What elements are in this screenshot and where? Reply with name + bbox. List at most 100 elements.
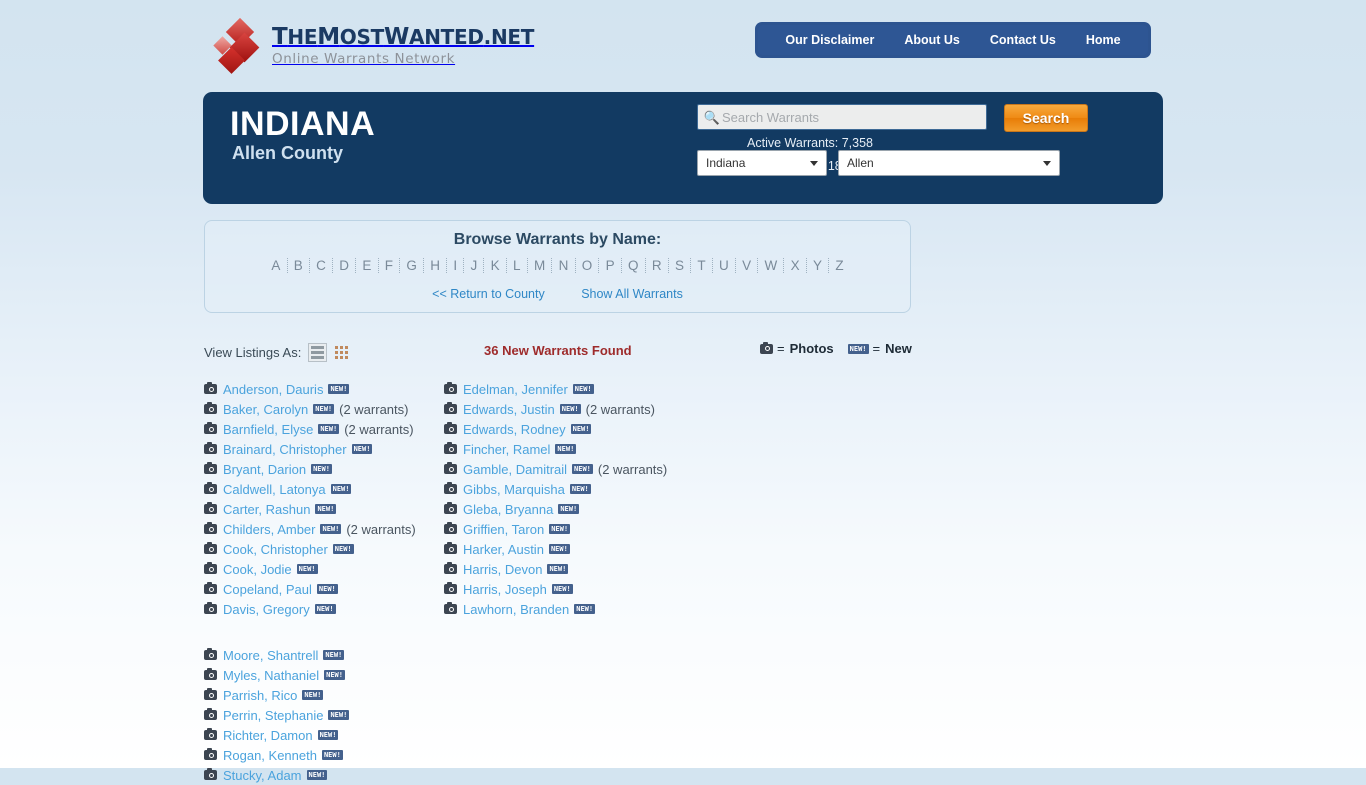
alphabet-letter-z[interactable]: Z (829, 258, 850, 273)
list-item[interactable]: Gamble, Damitrail NEW! (2 warrants) (444, 459, 684, 479)
list-view-icon[interactable] (308, 343, 328, 362)
list-item[interactable]: Fincher, Ramel NEW! (444, 439, 684, 459)
alphabet-letter-s[interactable]: S (669, 258, 692, 273)
list-item[interactable]: Caldwell, Latonya NEW! (204, 479, 434, 499)
list-item[interactable]: Parrish, Rico NEW! (204, 685, 434, 705)
warrant-name-link[interactable]: Anderson, Dauris (223, 382, 323, 397)
warrant-name-link[interactable]: Gamble, Damitrail (463, 462, 567, 477)
alphabet-letter-b[interactable]: B (288, 258, 310, 273)
alphabet-letter-p[interactable]: P (599, 258, 622, 273)
list-item[interactable]: Edelman, Jennifer NEW! (444, 379, 684, 399)
warrant-name-link[interactable]: Myles, Nathaniel (223, 668, 319, 683)
alphabet-letter-r[interactable]: R (646, 258, 669, 273)
nav-about-us[interactable]: About Us (889, 33, 975, 47)
list-item[interactable]: Carter, Rashun NEW! (204, 499, 434, 519)
alphabet-letter-a[interactable]: A (265, 258, 288, 273)
warrant-name-link[interactable]: Lawhorn, Branden (463, 602, 569, 617)
alphabet-letter-v[interactable]: V (736, 258, 759, 273)
list-item[interactable]: Gleba, Bryanna NEW! (444, 499, 684, 519)
list-item[interactable]: Anderson, Dauris NEW! (204, 379, 434, 399)
list-item[interactable]: Harris, Devon NEW! (444, 559, 684, 579)
nav-home[interactable]: Home (1071, 33, 1136, 47)
list-item[interactable]: Bryant, Darion NEW! (204, 459, 434, 479)
warrant-name-link[interactable]: Barnfield, Elyse (223, 422, 313, 437)
list-item[interactable]: Brainard, Christopher NEW! (204, 439, 434, 459)
warrant-name-link[interactable]: Rogan, Kenneth (223, 748, 317, 763)
alphabet-letter-d[interactable]: D (333, 258, 357, 273)
alphabet-letter-n[interactable]: N (552, 258, 576, 273)
list-item[interactable]: Myles, Nathaniel NEW! (204, 665, 434, 685)
list-item[interactable]: Harker, Austin NEW! (444, 539, 684, 559)
alphabet-letter-e[interactable]: E (356, 258, 379, 273)
search-button[interactable]: Search (1004, 104, 1088, 132)
list-item[interactable]: Edwards, Justin NEW! (2 warrants) (444, 399, 684, 419)
list-item[interactable]: Harris, Joseph NEW! (444, 579, 684, 599)
search-input[interactable]: 🔍 Search Warrants (697, 104, 987, 130)
warrant-name-link[interactable]: Gleba, Bryanna (463, 502, 553, 517)
warrant-name-link[interactable]: Perrin, Stephanie (223, 708, 323, 723)
list-item[interactable]: Childers, Amber NEW! (2 warrants) (204, 519, 434, 539)
alphabet-letter-m[interactable]: M (528, 258, 553, 273)
list-item[interactable]: Cook, Jodie NEW! (204, 559, 434, 579)
warrant-name-link[interactable]: Gibbs, Marquisha (463, 482, 565, 497)
warrant-name-link[interactable]: Brainard, Christopher (223, 442, 347, 457)
show-all-warrants-link[interactable]: Show All Warrants (581, 287, 683, 301)
list-item[interactable]: Lawhorn, Branden NEW! (444, 599, 684, 619)
grid-view-icon[interactable] (332, 343, 351, 362)
list-item[interactable]: Edwards, Rodney NEW! (444, 419, 684, 439)
alphabet-letter-k[interactable]: K (484, 258, 507, 273)
alphabet-letter-i[interactable]: I (447, 258, 465, 273)
alphabet-letter-f[interactable]: F (379, 258, 401, 273)
list-item[interactable]: Gibbs, Marquisha NEW! (444, 479, 684, 499)
warrant-name-link[interactable]: Bryant, Darion (223, 462, 306, 477)
site-logo[interactable]: THEMOSTWANTED.NET Online Warrants Networ… (213, 17, 534, 74)
warrant-name-link[interactable]: Edwards, Justin (463, 402, 555, 417)
alphabet-letter-q[interactable]: Q (622, 258, 646, 273)
alphabet-letter-o[interactable]: O (576, 258, 600, 273)
alphabet-letter-c[interactable]: C (310, 258, 334, 273)
list-item[interactable]: Richter, Damon NEW! (204, 725, 434, 745)
alphabet-letter-w[interactable]: W (758, 258, 785, 273)
list-item[interactable]: Rogan, Kenneth NEW! (204, 745, 434, 765)
alphabet-letter-h[interactable]: H (424, 258, 448, 273)
warrant-name-link[interactable]: Stucky, Adam (223, 768, 302, 783)
warrant-name-link[interactable]: Childers, Amber (223, 522, 315, 537)
warrant-name-link[interactable]: Harris, Joseph (463, 582, 547, 597)
warrant-name-link[interactable]: Baker, Carolyn (223, 402, 308, 417)
warrant-name-link[interactable]: Caldwell, Latonya (223, 482, 326, 497)
warrant-name-link[interactable]: Edwards, Rodney (463, 422, 566, 437)
alphabet-letter-t[interactable]: T (691, 258, 713, 273)
warrant-name-link[interactable]: Fincher, Ramel (463, 442, 550, 457)
state-select[interactable]: Indiana (697, 150, 827, 176)
alphabet-letter-j[interactable]: J (464, 258, 485, 273)
alphabet-letter-l[interactable]: L (507, 258, 528, 273)
alphabet-letter-x[interactable]: X (784, 258, 807, 273)
alphabet-letter-u[interactable]: U (713, 258, 736, 273)
warrant-name-link[interactable]: Copeland, Paul (223, 582, 312, 597)
warrant-name-link[interactable]: Richter, Damon (223, 728, 313, 743)
warrant-name-link[interactable]: Moore, Shantrell (223, 648, 318, 663)
warrant-name-link[interactable]: Carter, Rashun (223, 502, 310, 517)
warrant-name-link[interactable]: Cook, Christopher (223, 542, 328, 557)
list-item[interactable]: Davis, Gregory NEW! (204, 599, 434, 619)
warrant-name-link[interactable]: Edelman, Jennifer (463, 382, 568, 397)
list-item[interactable]: Moore, Shantrell NEW! (204, 645, 434, 665)
warrant-name-link[interactable]: Harris, Devon (463, 562, 542, 577)
warrant-name-link[interactable]: Griffien, Taron (463, 522, 544, 537)
nav-our-disclaimer[interactable]: Our Disclaimer (770, 33, 889, 47)
warrant-name-link[interactable]: Parrish, Rico (223, 688, 297, 703)
warrant-name-link[interactable]: Davis, Gregory (223, 602, 310, 617)
list-item[interactable]: Baker, Carolyn NEW! (2 warrants) (204, 399, 434, 419)
alphabet-letter-y[interactable]: Y (807, 258, 830, 273)
warrant-name-link[interactable]: Cook, Jodie (223, 562, 292, 577)
list-item[interactable]: Perrin, Stephanie NEW! (204, 705, 434, 725)
return-to-county-link[interactable]: << Return to County (432, 287, 545, 301)
alphabet-letter-g[interactable]: G (400, 258, 425, 273)
warrant-name-link[interactable]: Harker, Austin (463, 542, 544, 557)
nav-contact-us[interactable]: Contact Us (975, 33, 1071, 47)
list-item[interactable]: Barnfield, Elyse NEW! (2 warrants) (204, 419, 434, 439)
county-select[interactable]: Allen (838, 150, 1060, 176)
list-item[interactable]: Cook, Christopher NEW! (204, 539, 434, 559)
list-item[interactable]: Griffien, Taron NEW! (444, 519, 684, 539)
list-item[interactable]: Stucky, Adam NEW! (204, 765, 434, 785)
